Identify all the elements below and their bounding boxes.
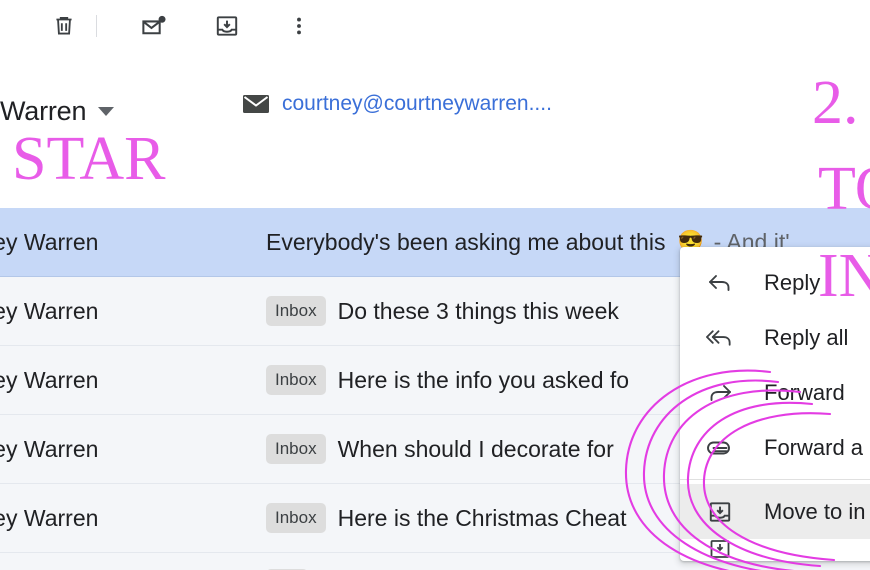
inbox-label-chip: Inbox [266,365,326,395]
forward-icon [706,382,734,404]
row-subject: When should I decorate for [337,435,614,462]
attachment-link-icon [706,438,734,458]
more-vert-icon [297,17,301,35]
forward-glyph [710,384,731,401]
row-sender: tney Warren [0,504,99,531]
menu-item-label: Reply [764,269,821,295]
mark-unread-button[interactable] [133,6,173,46]
sender-email-block: courtney@courtneywarren.... [243,92,552,116]
archive-glyph [710,540,730,558]
reply-all-icon [706,327,734,349]
menu-item-forward-as-attachment[interactable]: Forward a [680,420,870,475]
trash-icon [56,16,72,35]
menu-item-label: Forward [764,379,845,405]
email-client-screen: Warren courtney@courtneywarren.... tney … [0,0,870,570]
row-subject: Here is the Christmas Cheat [337,504,627,531]
menu-divider [680,479,870,480]
menu-item-reply[interactable]: Reply [680,255,870,310]
mark-unread-icon [141,15,166,34]
reply-icon [706,272,734,294]
menu-item-label: Forward a [764,434,864,460]
menu-item-move-to-inbox[interactable]: Move to in [680,484,870,539]
row-sender: tney Warren [0,228,99,255]
sender-email-address[interactable]: courtney@courtneywarren.... [282,92,552,116]
toolbar [0,0,870,52]
move-to-inbox-button[interactable] [207,6,247,46]
inbox-label-chip: Inbox [266,503,326,533]
reply-glyph [709,274,730,291]
menu-item-label: Move to in [764,498,866,524]
row-sender: tney Warren [0,435,99,462]
row-sender: tney Warren [0,366,99,393]
menu-item-reply-all[interactable]: Reply all [680,310,870,365]
row-sender: tney Warren [0,297,99,324]
envelope-icon [243,94,269,114]
menu-item-forward[interactable]: Forward [680,365,870,420]
move-to-inbox-icon [706,499,734,525]
archive-icon [706,539,734,561]
move-to-inbox-icon [216,16,238,36]
context-menu: Reply Reply all Forward Forward a Move t… [680,247,870,561]
sender-name: Warren [0,95,87,126]
row-subject: Here is the info you asked fo [337,366,630,393]
row-subject: Do these 3 things this week [337,297,619,324]
chevron-down-icon[interactable] [98,106,115,116]
menu-item-label: Reply all [764,324,849,350]
annotation-word-star: STAR [12,125,166,193]
inbox-label-chip: Inbox [266,296,326,326]
reply-all-glyph [706,329,731,346]
more-options-button[interactable] [279,6,319,46]
delete-button[interactable] [44,6,84,46]
row-subject: Everybody's been asking me about this [266,228,666,255]
inbox-label-chip: Inbox [266,434,326,464]
attachment-link-glyph [707,441,730,454]
move-to-inbox-glyph [709,501,731,522]
toolbar-divider [96,15,97,37]
menu-item-partial[interactable] [680,539,870,561]
envelope-glyph [243,95,269,113]
